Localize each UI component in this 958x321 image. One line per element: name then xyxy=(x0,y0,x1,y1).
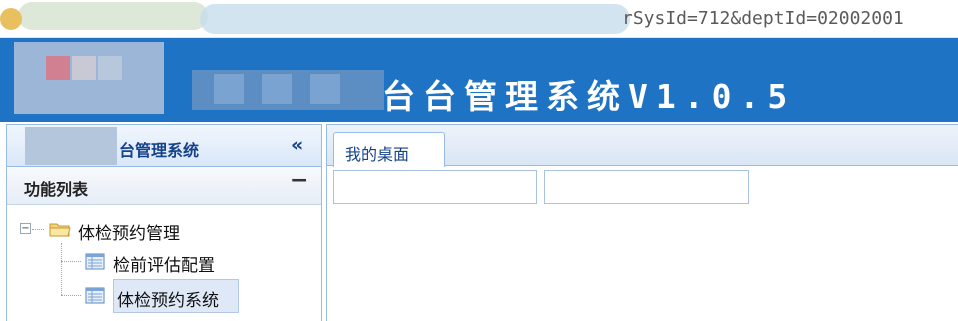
tree-root-node[interactable]: − 体检预约管理 xyxy=(7,211,321,247)
tree-connector xyxy=(61,295,81,296)
page-icon xyxy=(85,253,105,270)
tree-collapse-toggle[interactable]: − xyxy=(20,223,31,234)
blurred-title-part xyxy=(262,74,292,104)
function-list-header[interactable]: 功能列表 − xyxy=(7,167,321,205)
main-content-panel: 我的桌面 xyxy=(326,124,958,321)
left-nav-panel: 台管理系统 « 功能列表 − − 体检预约管理 检前评估配置 体检预约系统 xyxy=(6,124,322,321)
app-title: 台台管理系统V1.0.5 xyxy=(382,77,796,116)
tree-connector xyxy=(32,229,44,230)
blurred-region xyxy=(18,2,208,30)
browser-url-bar[interactable]: rSysId=712&deptId=02002001 xyxy=(0,0,958,38)
tree-item-exam-booking-system[interactable]: 体检预约系统 xyxy=(81,281,281,311)
function-list-title: 功能列表 xyxy=(24,180,89,199)
tab-strip: 我的桌面 xyxy=(327,125,958,167)
tree-item-label: 体检预约系统 xyxy=(117,291,219,311)
tree-item-label: 检前评估配置 xyxy=(113,256,215,276)
page-icon xyxy=(85,287,105,304)
double-chevron-left-icon[interactable]: « xyxy=(291,134,303,156)
minus-icon[interactable]: − xyxy=(290,168,308,193)
blurred-title-part xyxy=(310,74,340,104)
folder-icon xyxy=(49,223,71,237)
blurred-region xyxy=(200,4,630,34)
blurred-region xyxy=(0,8,22,30)
left-panel-title: 台管理系统 xyxy=(119,141,200,160)
tree-connector xyxy=(61,261,81,262)
url-text: rSysId=712&deptId=02002001 xyxy=(622,8,904,29)
blurred-logo xyxy=(46,56,70,80)
tab-my-desktop[interactable]: 我的桌面 xyxy=(333,132,445,167)
blurred-logo xyxy=(72,56,96,80)
desktop-widget xyxy=(544,170,749,204)
left-panel-header: 台管理系统 « xyxy=(7,125,321,167)
blurred-region xyxy=(25,127,117,165)
desktop-widget xyxy=(333,170,537,204)
tab-label: 我的桌面 xyxy=(345,145,410,164)
blurred-title-part xyxy=(214,74,244,104)
tree-item-pre-exam-config[interactable]: 检前评估配置 xyxy=(81,247,281,277)
blurred-logo xyxy=(98,56,122,80)
tree-root-label: 体检预约管理 xyxy=(78,224,180,244)
tree-connector xyxy=(61,243,62,295)
